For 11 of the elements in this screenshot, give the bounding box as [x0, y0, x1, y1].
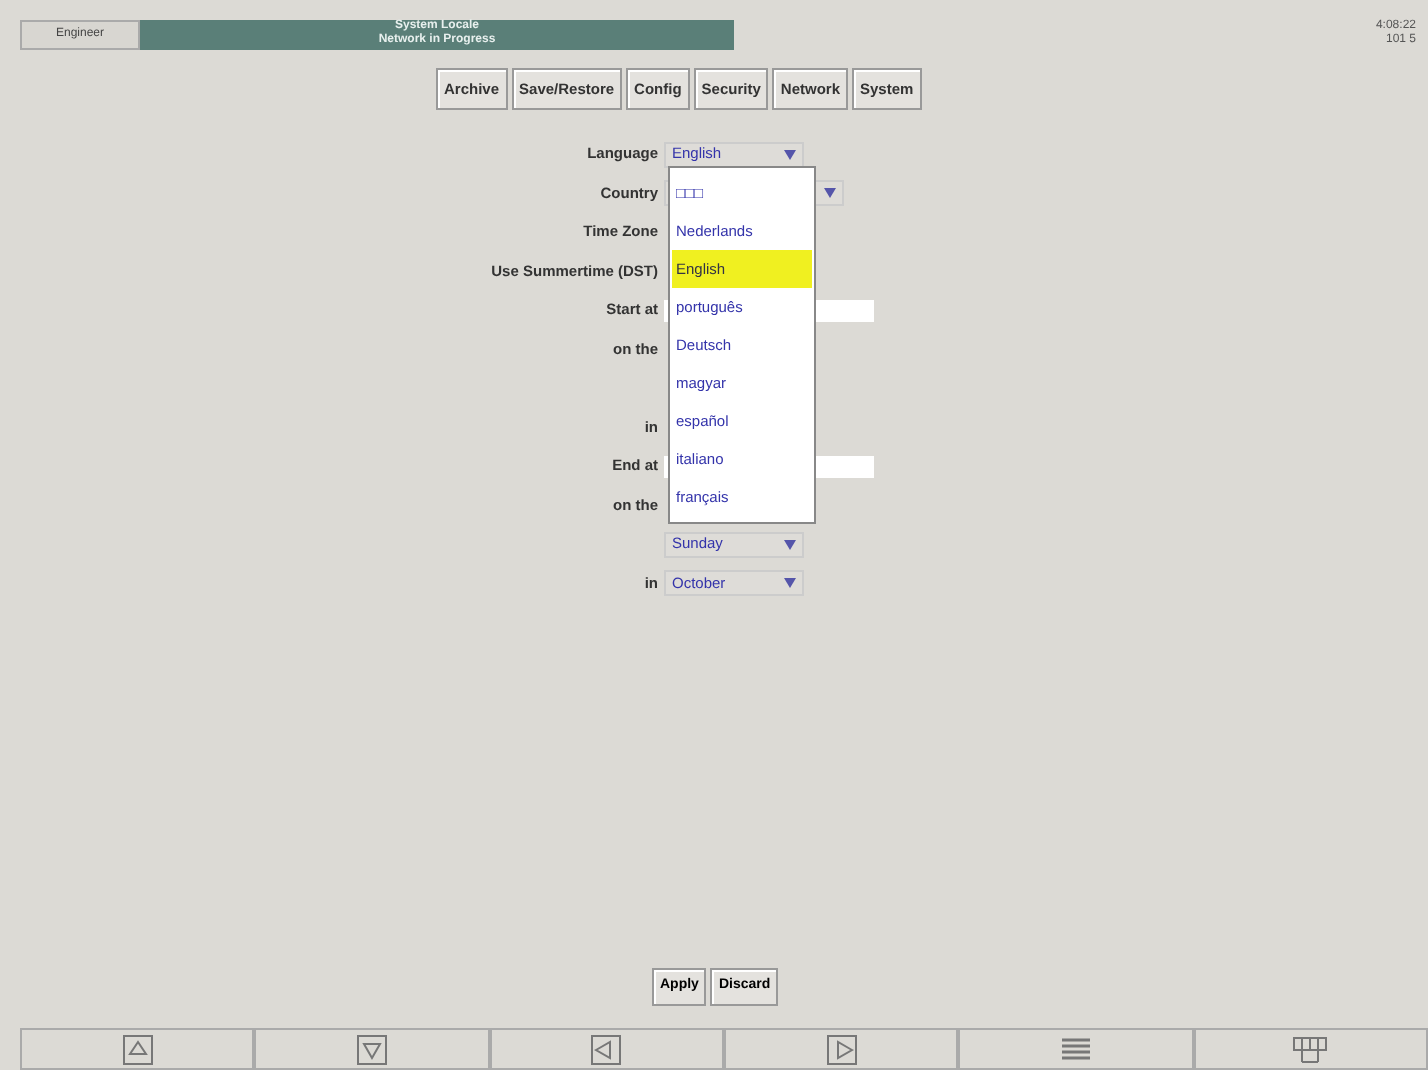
toolbar-button[interactable] [489, 1028, 724, 1070]
toolbar-button[interactable] [958, 1028, 1194, 1070]
toolbar-button[interactable] [723, 1028, 959, 1070]
grid-icon [1290, 1031, 1331, 1067]
toolbar-button[interactable] [254, 1028, 490, 1070]
toolbar-button[interactable] [1193, 1028, 1428, 1070]
caret-icon [824, 188, 836, 198]
caret-icon [784, 149, 796, 159]
caret-icon [784, 539, 796, 549]
caret-icon [784, 578, 796, 588]
toolbar-button[interactable] [20, 1028, 255, 1070]
